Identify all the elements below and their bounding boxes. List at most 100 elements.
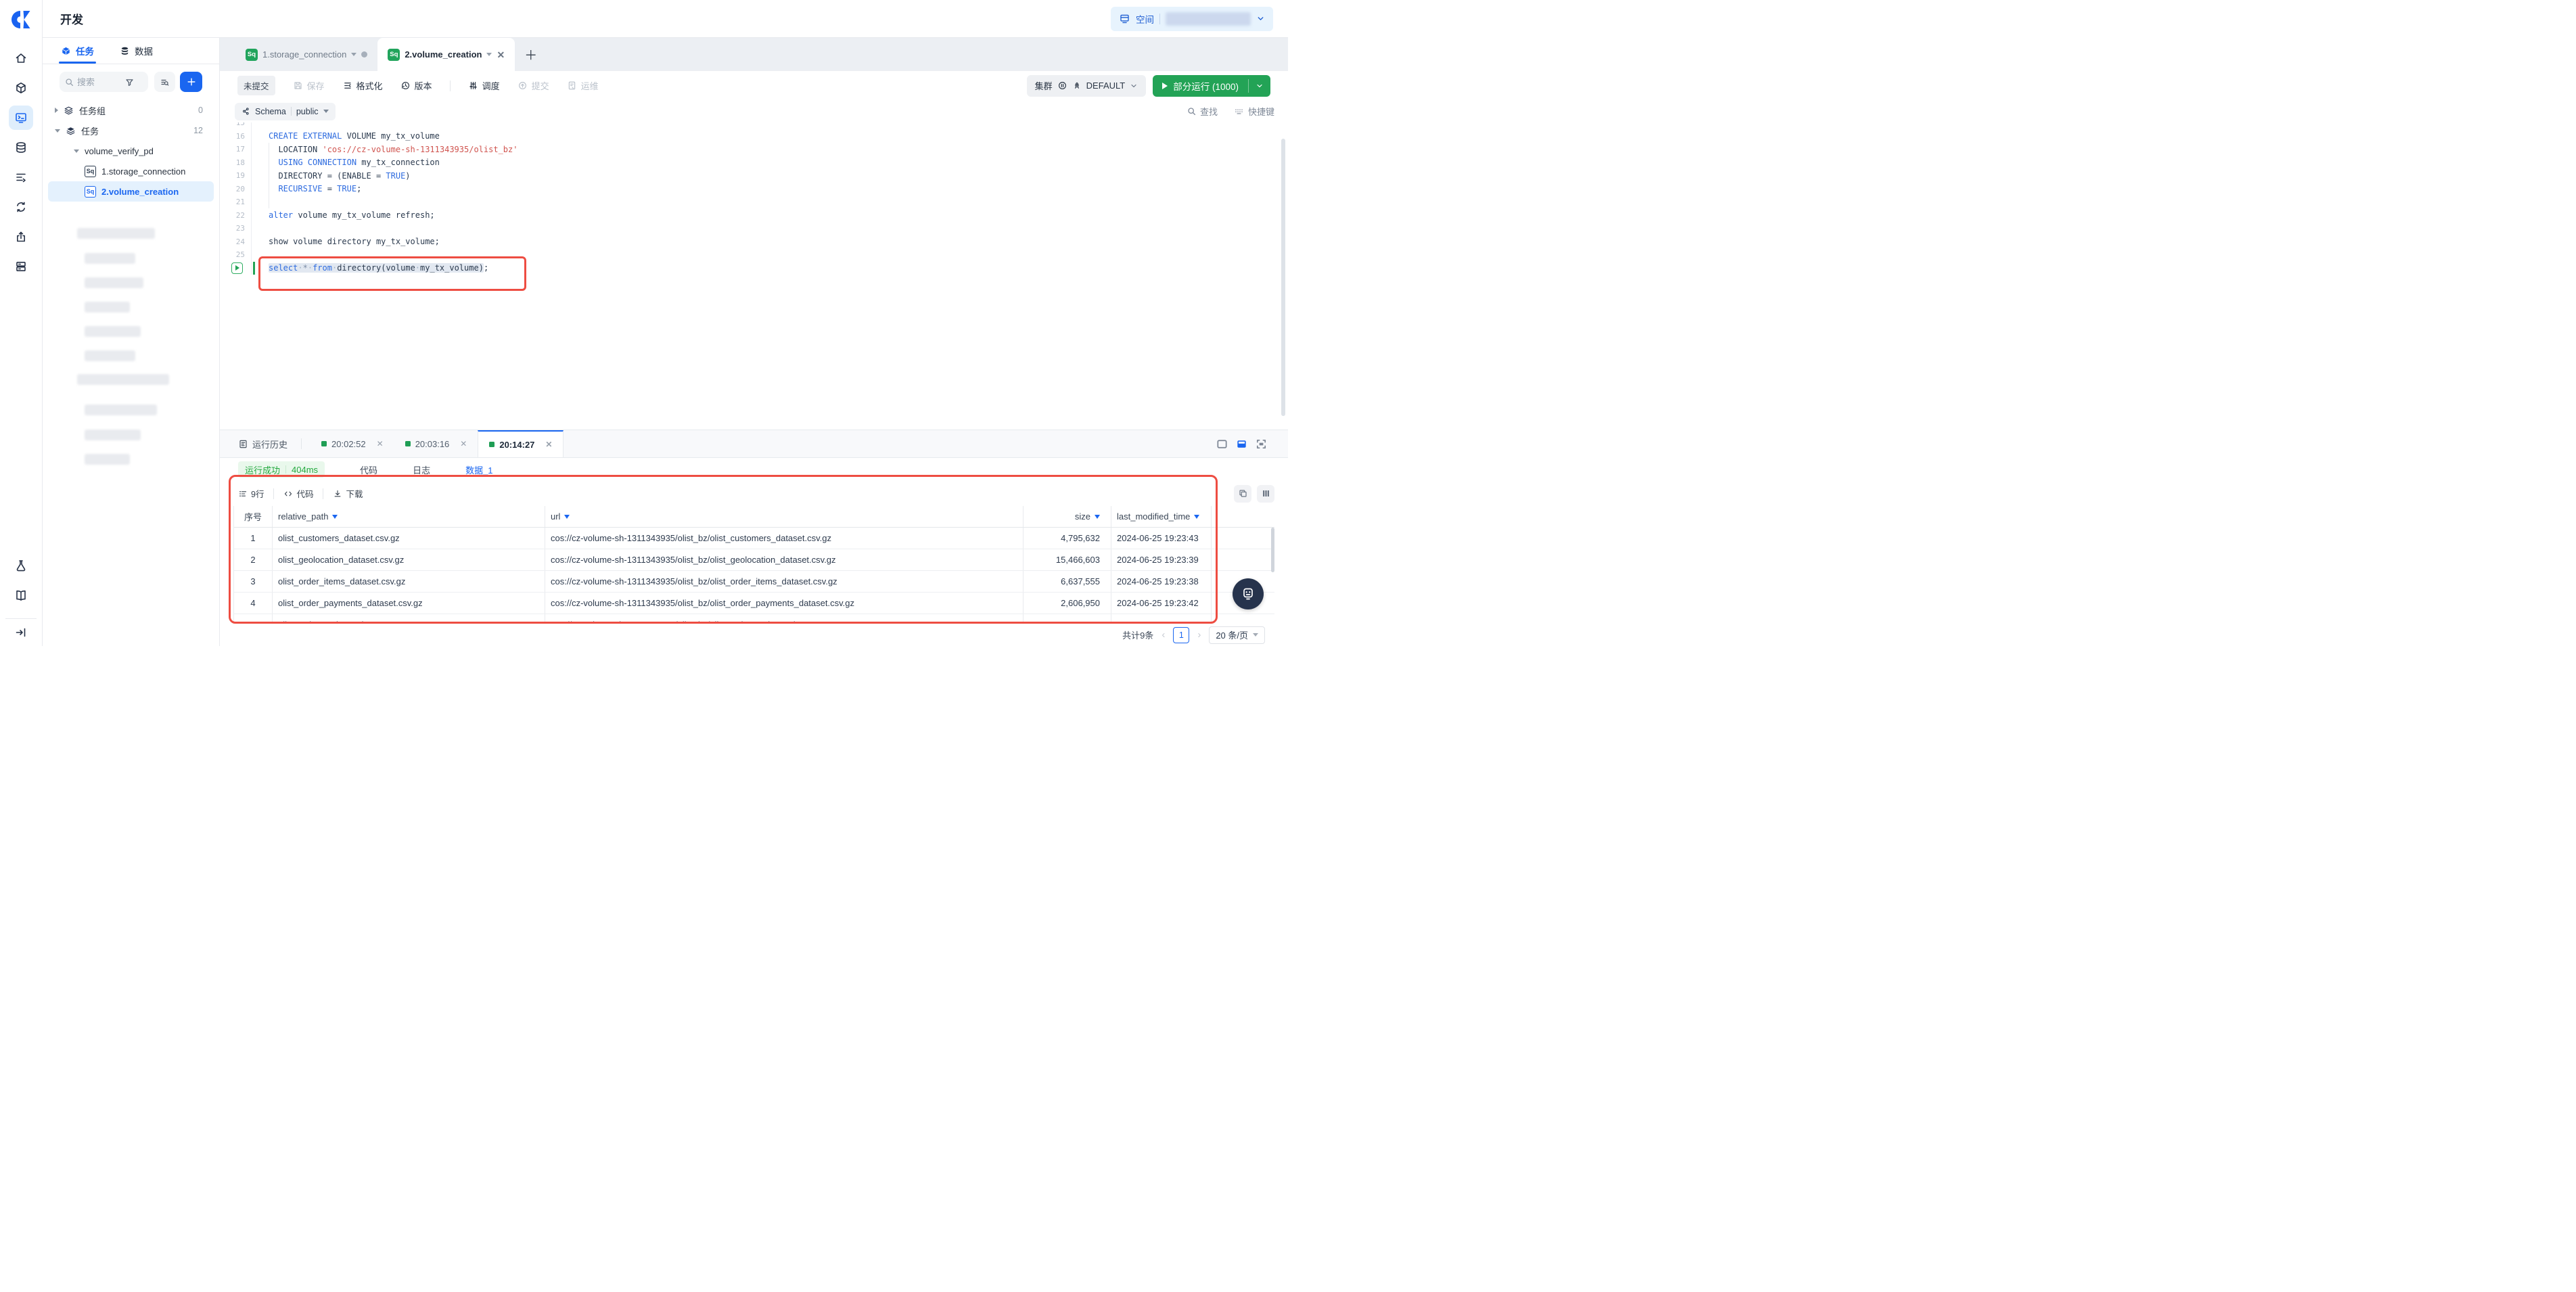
code-line[interactable]: select·*·from·directory(volume·my_tx_vol… (220, 262, 1279, 275)
rail-docs-icon[interactable] (9, 583, 33, 607)
table-row[interactable]: 2olist_geolocation_dataset.csv.gzcos://c… (234, 549, 1274, 571)
run-options-button[interactable] (1249, 75, 1270, 97)
code-text: LOCATION 'cos://cz-volume-sh-1311343935/… (251, 143, 1279, 156)
assistant-fab-button[interactable] (1233, 578, 1264, 609)
result-tab-inactive[interactable]: 日志 (413, 463, 430, 476)
close-icon[interactable]: ✕ (545, 440, 552, 449)
prev-page-button[interactable]: ‹ (1160, 629, 1166, 641)
new-tab-button[interactable]: ＋ (524, 45, 537, 64)
schedule-button[interactable]: 调度 (468, 79, 500, 92)
result-tab-active[interactable]: 数据_1 (465, 463, 492, 476)
sort-icon[interactable] (1194, 515, 1199, 519)
code-line[interactable]: 20 RECURSIVE = TRUE; (220, 183, 1279, 196)
collapse-panel-icon[interactable] (9, 622, 33, 643)
redacted-tree-item (85, 454, 130, 465)
version-button[interactable]: 版本 (400, 79, 432, 92)
tree-item-volume-creation[interactable]: Sq 2.volume_creation (48, 181, 214, 202)
table-row[interactable]: 3olist_order_items_dataset.csv.gzcos://c… (234, 571, 1274, 593)
table-row[interactable]: 5olist_order_reviews_dataset.csv.gzcos:/… (234, 614, 1274, 624)
find-button[interactable]: 查找 (1187, 105, 1218, 118)
close-icon[interactable]: ✕ (460, 439, 467, 448)
code-line[interactable]: 16CREATE EXTERNAL VOLUME my_tx_volume (220, 130, 1279, 143)
rail-products-icon[interactable] (9, 76, 33, 100)
code-line[interactable]: 25 (220, 248, 1279, 262)
rail-database-icon[interactable] (9, 135, 33, 160)
code-line[interactable]: 18 USING CONNECTION my_tx_connection (220, 156, 1279, 170)
submit-button[interactable]: 提交 (518, 79, 549, 92)
close-tab-icon[interactable]: ✕ (497, 50, 505, 60)
code-line[interactable]: 22alter volume my_tx_volume refresh; (220, 209, 1279, 223)
gutter-run-cell[interactable] (220, 262, 251, 274)
tree-item-storage-connection[interactable]: Sq 1.storage_connection (43, 161, 219, 181)
rail-lab-icon[interactable] (9, 553, 33, 578)
tab-tasks[interactable]: 任务 (61, 38, 94, 64)
sql-editor[interactable]: 1516CREATE EXTERNAL VOLUME my_tx_volume1… (220, 122, 1288, 430)
code-line[interactable]: 15 (220, 122, 1279, 130)
redacted-tree-item (77, 374, 169, 385)
code-text (251, 248, 1279, 262)
table-scrollbar[interactable] (1271, 528, 1274, 572)
rail-export-icon[interactable] (9, 225, 33, 249)
tab-caret-icon[interactable] (486, 53, 492, 56)
rail-develop-icon[interactable] (9, 106, 33, 130)
code-line[interactable]: 23 (220, 222, 1279, 235)
rail-operations-icon[interactable] (9, 165, 33, 189)
editor-tab-volume-creation[interactable]: Sq 2.volume_creation ✕ (377, 38, 515, 71)
table-cell: cos://cz-volume-sh-1311343935/olist_bz/o… (545, 549, 1024, 570)
ops-button[interactable]: 运维 (567, 79, 599, 92)
code-line[interactable]: 19 DIRECTORY = (ENABLE = TRUE) (220, 169, 1279, 183)
copy-result-button[interactable] (1234, 485, 1251, 503)
tab-caret-icon[interactable] (351, 53, 356, 56)
sort-icon[interactable] (332, 515, 338, 519)
format-button[interactable]: 格式化 (342, 79, 383, 92)
editor-tab-storage-connection[interactable]: Sq 1.storage_connection (235, 38, 377, 71)
sort-icon[interactable] (1095, 515, 1100, 519)
close-icon[interactable]: ✕ (377, 439, 384, 448)
sort-icon[interactable] (564, 515, 570, 519)
locate-in-tree-button[interactable] (154, 72, 175, 92)
current-page[interactable]: 1 (1173, 627, 1189, 643)
tree-group-taskgroups[interactable]: 任务组 0 (43, 100, 219, 120)
panel-split-icon[interactable] (1235, 438, 1248, 451)
filter-icon[interactable] (125, 78, 134, 87)
view-code-button[interactable]: 代码 (283, 487, 313, 500)
tree-folder-volume-verify-pd[interactable]: volume_verify_pd (43, 141, 219, 161)
rail-home-icon[interactable] (9, 46, 33, 70)
code-line[interactable]: 24show volume directory my_tx_volume; (220, 235, 1279, 249)
run-result-tab[interactable]: 20:02:52✕ (310, 430, 394, 457)
add-task-button[interactable] (180, 72, 202, 92)
search-input[interactable] (77, 77, 122, 87)
save-button[interactable]: 保存 (293, 79, 325, 92)
line-number: 20 (220, 185, 251, 193)
table-cell: 2024-06-25 19:23:41 (1111, 614, 1212, 624)
table-row[interactable]: 4olist_order_payments_dataset.csv.gzcos:… (234, 593, 1274, 614)
partial-run-button[interactable]: 部分运行 (1000) (1153, 75, 1248, 97)
column-settings-button[interactable] (1257, 485, 1274, 503)
rail-storage-icon[interactable] (9, 254, 33, 279)
tab-data[interactable]: 数据 (120, 38, 153, 64)
code-line[interactable]: 17 LOCATION 'cos://cz-volume-sh-13113439… (220, 143, 1279, 156)
app-logo[interactable] (9, 9, 32, 30)
run-result-tab[interactable]: 20:03:16✕ (394, 430, 478, 457)
run-statement-button[interactable] (231, 262, 243, 274)
code-line[interactable]: 21 (220, 195, 1279, 209)
run-result-tab[interactable]: 20:14:27✕ (478, 430, 564, 457)
fullscreen-icon[interactable] (1255, 438, 1268, 451)
panel-hide-icon[interactable] (1216, 438, 1228, 451)
schema-selector[interactable]: Schema public (235, 103, 336, 120)
shortcuts-button[interactable]: 快捷键 (1234, 105, 1274, 118)
tree-group-tasks[interactable]: 任务 12 (43, 120, 219, 141)
table-row[interactable]: 1olist_customers_dataset.csv.gzcos://cz-… (234, 528, 1274, 549)
rail-sync-icon[interactable] (9, 195, 33, 219)
result-tab-inactive[interactable]: 代码 (360, 463, 377, 476)
workspace-selector[interactable]: 空间 (1111, 7, 1273, 31)
redacted-tree-item (77, 228, 155, 239)
cluster-selector[interactable]: 集群 DEFAULT (1027, 75, 1147, 97)
sql-badge: Sq (246, 49, 258, 61)
search-icon (1187, 107, 1196, 116)
page-size-selector[interactable]: 20 条/页 (1209, 626, 1265, 644)
run-history-button[interactable]: 运行历史 (238, 430, 288, 457)
download-button[interactable]: 下载 (333, 487, 363, 500)
next-page-button[interactable]: › (1196, 629, 1202, 641)
editor-scrollbar[interactable] (1281, 139, 1285, 416)
